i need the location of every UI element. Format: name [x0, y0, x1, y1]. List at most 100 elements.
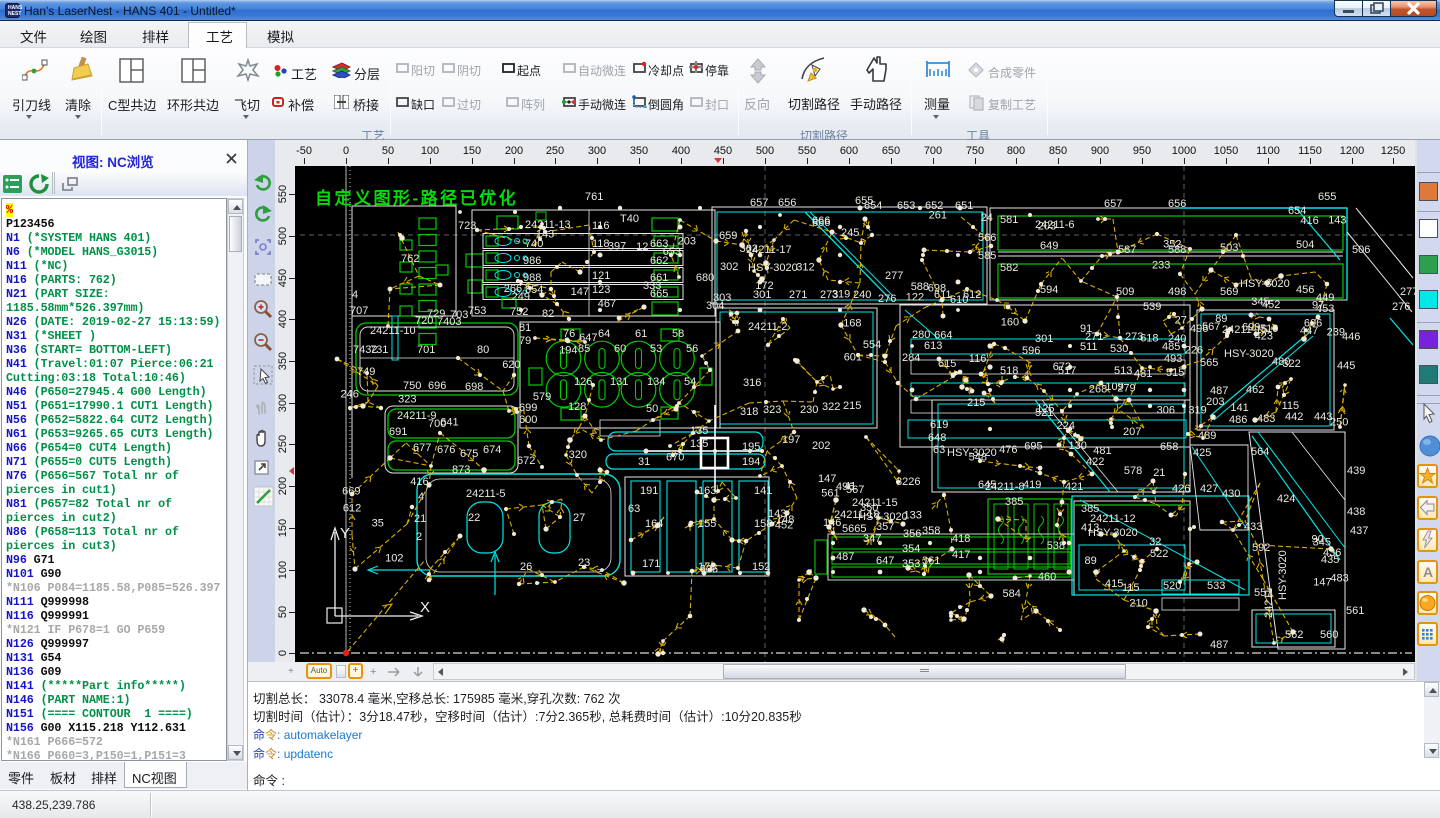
svg-text:696: 696	[428, 380, 446, 392]
svg-text:467: 467	[598, 298, 616, 310]
svg-text:276: 276	[878, 293, 896, 305]
svg-text:141: 141	[754, 485, 772, 497]
svg-text:670: 670	[666, 452, 684, 464]
svg-text:430: 430	[1222, 488, 1240, 500]
svg-text:419: 419	[1023, 479, 1041, 491]
svg-text:322: 322	[822, 401, 840, 413]
svg-text:T40: T40	[620, 213, 639, 225]
svg-text:266: 266	[504, 283, 522, 295]
svg-text:566: 566	[978, 232, 996, 244]
svg-text:418: 418	[952, 533, 970, 545]
svg-text:358: 358	[922, 525, 940, 537]
svg-text:322: 322	[1282, 358, 1300, 370]
svg-text:155: 155	[698, 518, 716, 530]
svg-text:147: 147	[1313, 577, 1331, 589]
svg-text:115: 115	[1282, 400, 1300, 412]
svg-text:125: 125	[1036, 403, 1054, 415]
svg-text:619: 619	[930, 419, 948, 431]
svg-text:194: 194	[559, 344, 577, 356]
svg-text:79: 79	[519, 335, 531, 347]
svg-text:578: 578	[1124, 465, 1142, 477]
svg-text:24211-12: 24211-12	[1090, 513, 1136, 525]
svg-text:85: 85	[578, 343, 590, 355]
svg-text:24211-8: 24211-8	[985, 481, 1025, 493]
svg-text:438: 438	[1347, 506, 1365, 518]
svg-text:752: 752	[510, 306, 528, 318]
svg-text:302: 302	[720, 261, 738, 273]
svg-text:417: 417	[952, 549, 970, 561]
svg-text:5665: 5665	[842, 523, 866, 535]
svg-text:HSY-3020: HSY-3020	[858, 511, 908, 523]
svg-text:691: 691	[389, 426, 407, 438]
svg-text:723: 723	[458, 220, 476, 232]
svg-text:277: 277	[885, 270, 903, 282]
svg-text:4: 4	[418, 491, 424, 503]
svg-text:487: 487	[1210, 639, 1228, 651]
svg-text:12: 12	[636, 241, 648, 253]
svg-text:666: 666	[812, 217, 830, 229]
svg-text:345: 345	[1251, 296, 1269, 308]
svg-text:102: 102	[385, 553, 403, 565]
svg-text:503: 503	[1220, 242, 1238, 254]
svg-text:600: 600	[519, 414, 537, 426]
svg-text:135: 135	[690, 438, 708, 450]
svg-text:116: 116	[592, 220, 610, 232]
svg-text:362: 362	[740, 243, 758, 255]
svg-text:720: 720	[415, 315, 433, 327]
svg-text:24: 24	[981, 212, 993, 224]
svg-text:202: 202	[812, 440, 830, 452]
svg-text:986: 986	[523, 255, 541, 267]
svg-text:487: 487	[836, 551, 854, 563]
svg-text:168: 168	[843, 317, 861, 329]
svg-text:90: 90	[1312, 534, 1324, 546]
svg-text:276: 276	[1392, 301, 1410, 313]
svg-text:579: 579	[533, 391, 551, 403]
svg-text:548: 548	[969, 451, 987, 463]
svg-text:612: 612	[343, 502, 361, 514]
svg-text:385: 385	[1005, 496, 1023, 508]
svg-text:23: 23	[578, 557, 590, 569]
svg-text:27: 27	[573, 512, 585, 524]
svg-text:493: 493	[1164, 353, 1182, 365]
svg-text:215: 215	[967, 397, 985, 409]
svg-text:89: 89	[1085, 555, 1097, 567]
svg-text:647: 647	[579, 332, 597, 344]
svg-text:A: A	[1423, 564, 1433, 580]
svg-text:656: 656	[778, 197, 796, 209]
svg-text:565: 565	[1200, 357, 1218, 369]
svg-text:539: 539	[1143, 301, 1161, 313]
svg-text:197: 197	[782, 434, 800, 446]
svg-text:618: 618	[1140, 332, 1158, 344]
svg-text:239: 239	[1327, 327, 1345, 339]
svg-text:664: 664	[934, 330, 952, 342]
svg-text:522: 522	[1150, 548, 1168, 560]
svg-text:731: 731	[370, 344, 388, 356]
svg-text:24211-10: 24211-10	[370, 325, 416, 337]
svg-text:318: 318	[740, 406, 758, 418]
svg-text:24211-9: 24211-9	[397, 410, 437, 422]
svg-text:35: 35	[372, 517, 384, 529]
svg-text:323: 323	[763, 404, 781, 416]
svg-text:126: 126	[574, 376, 592, 388]
svg-text:320: 320	[569, 449, 587, 461]
svg-text:312: 312	[796, 262, 814, 274]
svg-text:641: 641	[440, 417, 458, 429]
svg-text:672: 672	[1053, 361, 1071, 373]
svg-text:X: X	[420, 599, 430, 616]
svg-text:498: 498	[1168, 286, 1186, 298]
svg-text:680: 680	[696, 272, 714, 284]
svg-text:21: 21	[414, 513, 426, 525]
svg-text:569: 569	[1220, 286, 1238, 298]
svg-text:416: 416	[1300, 215, 1318, 227]
svg-text:172: 172	[755, 280, 773, 292]
svg-text:7403: 7403	[437, 316, 461, 328]
svg-text:538: 538	[1047, 540, 1065, 552]
svg-text:460: 460	[1038, 571, 1056, 583]
svg-text:171: 171	[642, 558, 660, 570]
svg-text:676: 676	[437, 444, 455, 456]
svg-text:82: 82	[542, 308, 554, 320]
svg-text:452: 452	[775, 519, 793, 531]
svg-text:506: 506	[1352, 244, 1370, 256]
svg-text:80: 80	[477, 344, 489, 356]
svg-text:304: 304	[706, 300, 724, 312]
